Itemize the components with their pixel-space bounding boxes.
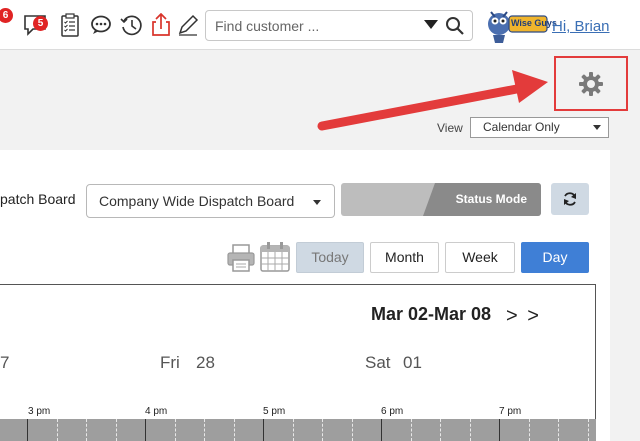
- time-label-3pm: 3 pm: [28, 406, 51, 417]
- checklist-icon-button[interactable]: [57, 12, 83, 38]
- dispatch-board-value: Company Wide Dispatch Board: [99, 193, 295, 209]
- logo-text: Wise Guys: [511, 18, 557, 28]
- speech-bubble-icon: [91, 15, 111, 34]
- time-slot-tick: [499, 419, 500, 441]
- calendar-icon: [260, 242, 290, 272]
- time-slot-tick: [558, 419, 559, 441]
- day-header-partial-num: 7: [0, 353, 10, 372]
- time-slot-tick: [322, 419, 323, 441]
- status-mode-toggle[interactable]: Status Mode: [341, 183, 541, 216]
- time-slot-tick: [292, 419, 294, 441]
- time-slot-tick: [469, 419, 471, 441]
- time-slot-tick: [27, 419, 28, 441]
- time-slot-tick: [56, 419, 58, 441]
- time-slot-tick: [410, 419, 412, 441]
- status-mode-label: Status Mode: [455, 192, 527, 206]
- time-slot-strip[interactable]: [0, 419, 596, 441]
- time-slot-tick: [351, 419, 353, 441]
- customer-search-input[interactable]: [206, 11, 416, 40]
- customer-search: [205, 10, 473, 41]
- printer-icon: [227, 244, 255, 272]
- next-week-arrows[interactable]: > >: [506, 305, 541, 328]
- checklist-icon: [61, 13, 79, 37]
- time-slot-tick: [263, 419, 264, 441]
- week-button[interactable]: Week: [445, 242, 515, 273]
- dispatch-board-select[interactable]: Company Wide Dispatch Board: [86, 184, 335, 218]
- refresh-icon: [564, 192, 576, 206]
- pencil-icon: [178, 14, 199, 36]
- day-header-fri-num: 28: [196, 353, 215, 372]
- top-bar: 6 5 Find customer ... Wise Guys Hi, Bria…: [0, 0, 640, 50]
- dispatch-board-label: patch Board: [0, 191, 76, 207]
- month-button[interactable]: Month: [370, 242, 439, 273]
- history-icon: [120, 15, 142, 36]
- time-slot-tick: [381, 419, 382, 441]
- time-label-5pm: 5 pm: [263, 406, 286, 417]
- time-slot-tick: [587, 419, 589, 441]
- day-button[interactable]: Day: [521, 242, 589, 273]
- time-slot-tick: [86, 419, 87, 441]
- history-icon-button[interactable]: [118, 12, 144, 38]
- time-slot-tick: [204, 419, 205, 441]
- share-icon-button[interactable]: [148, 12, 174, 38]
- chevron-down-icon: [313, 200, 321, 205]
- time-slot-tick: [174, 419, 176, 441]
- search-icon[interactable]: [445, 16, 465, 36]
- date-range-title: Mar 02-Mar 08: [371, 304, 492, 324]
- day-header-fri-name: Fri: [160, 353, 180, 372]
- view-select[interactable]: Calendar Only: [470, 117, 609, 138]
- calendar-picker-button[interactable]: [259, 241, 291, 273]
- view-label: View: [437, 121, 463, 135]
- chat-bubble-icon-button[interactable]: [88, 12, 114, 38]
- time-slot-tick: [233, 419, 235, 441]
- day-header-sat-num: 01: [403, 353, 422, 372]
- dropdown-caret-icon[interactable]: [424, 20, 438, 29]
- time-slot-tick: [145, 419, 146, 441]
- print-button[interactable]: [225, 243, 257, 273]
- time-slot-tick: [440, 419, 441, 441]
- refresh-button[interactable]: [551, 183, 589, 215]
- time-slot-tick: [115, 419, 117, 441]
- time-label-6pm: 6 pm: [381, 406, 404, 417]
- time-label-7pm: 7 pm: [499, 406, 522, 417]
- view-select-value: Calendar Only: [483, 120, 560, 134]
- settings-gear-button[interactable]: [554, 56, 628, 111]
- today-button[interactable]: Today: [296, 242, 364, 273]
- messages-badge: 5: [33, 16, 48, 31]
- time-label-4pm: 4 pm: [145, 406, 168, 417]
- edit-icon-button[interactable]: [175, 12, 201, 38]
- time-slot-tick: [528, 419, 530, 441]
- chevron-down-icon: [593, 125, 601, 130]
- brand-logo: Wise Guys: [483, 6, 557, 46]
- notifications-badge: 6: [0, 8, 13, 23]
- share-upload-icon: [152, 13, 170, 36]
- user-greeting-link[interactable]: Hi, Brian: [552, 18, 610, 35]
- gear-icon: [579, 71, 603, 96]
- day-header-sat-name: Sat: [365, 353, 391, 372]
